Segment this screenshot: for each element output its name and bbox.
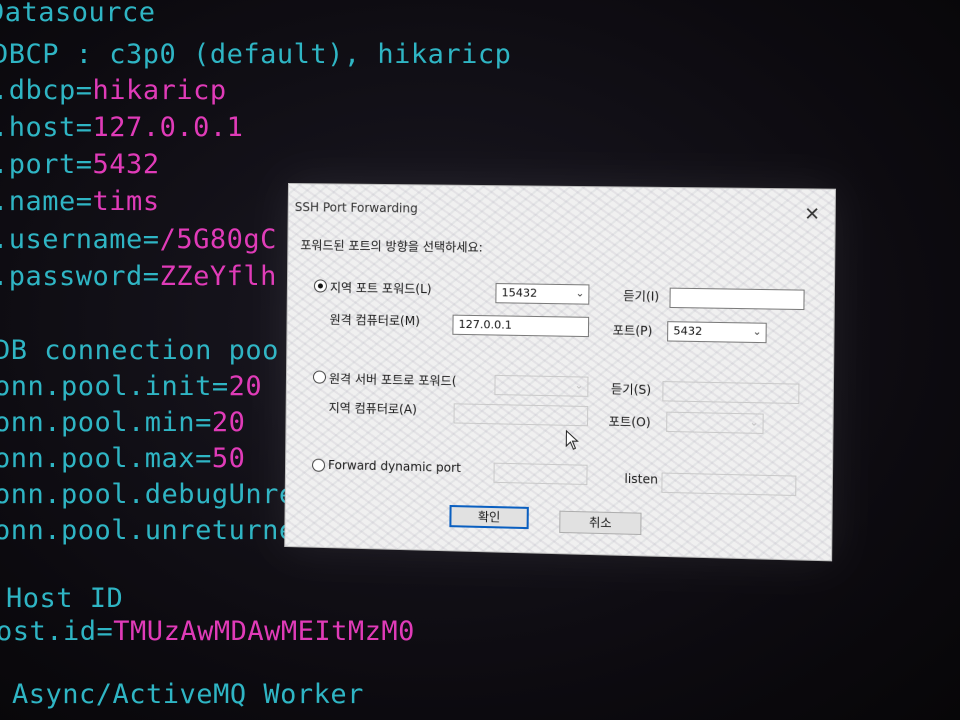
dialog-title: SSH Port Forwarding — [294, 200, 418, 216]
dynamic-port-field[interactable] — [493, 462, 588, 486]
remote-port-label: 포트(P) — [612, 323, 653, 339]
chevron-down-icon: ⌄ — [575, 288, 585, 300]
remote-port-combo[interactable]: 5432 ⌄ — [667, 321, 767, 344]
ssh-port-forwarding-dialog: SSH Port Forwarding ✕ 포워드된 포트의 방향을 선택하세요… — [285, 184, 835, 561]
close-icon[interactable]: ✕ — [804, 204, 820, 226]
terminal-line: onn.pool.debugUnre — [0, 479, 296, 510]
chevron-down-icon: ⌄ — [574, 380, 584, 392]
local-port-label: 포트(O) — [608, 414, 651, 430]
local-port-select[interactable]: ⌄ — [666, 411, 764, 434]
terminal-line: onn.pool.min=20 — [0, 407, 246, 438]
remote-port-select[interactable]: ⌄ — [494, 374, 589, 397]
terminal-line: Datasource — [0, 0, 156, 28]
terminal-line: .password=ZZeYflh — [0, 261, 277, 292]
local-host-label: 지역 컴퓨터로(A) — [328, 400, 417, 417]
remote-listen-label: 듣기(S) — [610, 382, 652, 398]
dynamic-forward-label: Forward dynamic port — [328, 457, 461, 476]
remote-forward-radio[interactable] — [312, 370, 327, 384]
direction-prompt: 포워드된 포트의 방향을 선택하세요: — [300, 238, 483, 255]
remote-host-field[interactable]: 127.0.0.1 — [452, 314, 590, 338]
remote-host-label: 원격 컴퓨터로(M) — [329, 312, 421, 329]
terminal-line: ost.id=TMUzAwMDAwMEItMzM0 — [0, 616, 415, 647]
local-forward-radio[interactable] — [313, 279, 328, 293]
terminal-line: Async/ActiveMQ Worker — [12, 679, 364, 710]
terminal-line: onn.pool.max=50 — [0, 443, 246, 474]
terminal-line: .dbcp=hikaricp — [0, 75, 227, 106]
terminal-line: DB connection poo — [0, 335, 279, 366]
cancel-button[interactable]: 취소 — [559, 510, 642, 536]
dynamic-listen-field[interactable] — [661, 472, 797, 497]
dynamic-forward-radio[interactable] — [311, 458, 326, 472]
local-listen-field[interactable] — [669, 287, 805, 311]
terminal-line: onn.pool.init=20 — [0, 371, 263, 402]
terminal-line: DBCP : c3p0 (default), hikaricp — [0, 39, 512, 70]
terminal-line: .port=5432 — [0, 149, 160, 180]
remote-forward-label: 원격 서버 포트로 포워드( — [328, 371, 457, 389]
mouse-cursor-icon — [565, 430, 580, 451]
terminal-line: .name=tims — [0, 186, 160, 217]
local-port-value: 15432 — [501, 286, 538, 300]
dynamic-listen-label: listen — [624, 471, 659, 487]
local-forward-label: 지역 포트 포워드(L) — [329, 280, 432, 297]
ok-button[interactable]: 확인 — [449, 504, 529, 530]
terminal-line: .username=/5G80gC — [0, 224, 277, 255]
terminal-line: Host ID — [6, 583, 124, 614]
local-port-combo[interactable]: 15432 ⌄ — [495, 283, 590, 305]
chevron-down-icon: ⌄ — [749, 417, 759, 429]
terminal-line: .host=127.0.0.1 — [0, 112, 244, 143]
remote-listen-field[interactable] — [662, 381, 800, 405]
remote-port-value: 5432 — [673, 324, 703, 338]
chevron-down-icon: ⌄ — [752, 326, 762, 338]
local-host-field[interactable] — [453, 403, 589, 427]
local-listen-label: 듣기(I) — [623, 288, 660, 304]
terminal-line: onn.pool.unreturne — [0, 515, 296, 546]
